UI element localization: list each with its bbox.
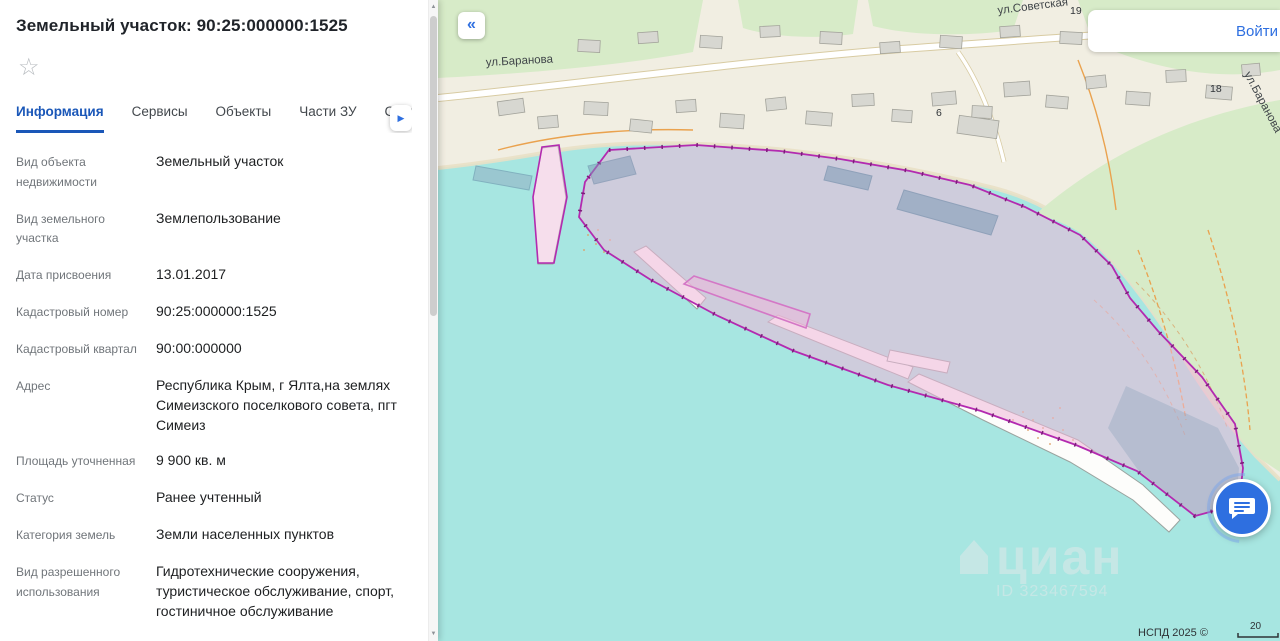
field-value: Землепользование xyxy=(156,208,412,250)
info-row: Кадастровый квартал 90:00:000000 xyxy=(16,338,412,360)
tabs-scroll-right-button[interactable]: ▶ xyxy=(390,105,412,131)
field-label: Кадастровый квартал xyxy=(16,338,156,360)
field-value: 90:25:000000:1525 xyxy=(156,301,412,323)
info-rows: Вид объекта недвижимости Земельный участ… xyxy=(16,151,412,622)
scale-value: 20 xyxy=(1250,621,1262,632)
panel-scrollbar[interactable]: ▲ ▼ xyxy=(428,0,438,641)
info-row: Вид земельного участка Землепользование xyxy=(16,208,412,250)
field-value: 13.01.2017 xyxy=(156,264,412,286)
field-value: Земли населенных пунктов xyxy=(156,524,412,546)
tab-services[interactable]: Сервисы xyxy=(132,94,188,133)
map-area[interactable]: ул.Советская 19 ул.Баранова ул.Баранова … xyxy=(438,0,1280,641)
field-label: Статус xyxy=(16,487,156,509)
house-number: 19 xyxy=(1070,5,1082,17)
field-value: Земельный участок xyxy=(156,151,412,193)
login-bar: Войти xyxy=(1088,10,1280,52)
info-row: Дата присвоения 13.01.2017 xyxy=(16,264,412,286)
field-label: Дата присвоения xyxy=(16,264,156,286)
field-value: 90:00:000000 xyxy=(156,338,412,360)
watermark-text: циан xyxy=(996,529,1123,585)
chat-bubble-icon xyxy=(1228,496,1256,520)
field-value: Республика Крым, г Ялта,на землях Симеиз… xyxy=(156,375,412,436)
chat-button[interactable] xyxy=(1213,479,1271,537)
info-row: Категория земель Земли населенных пункто… xyxy=(16,524,412,546)
field-value: Гидротехнические сооружения, туристическ… xyxy=(156,561,412,622)
info-row: Адрес Республика Крым, г Ялта,на землях … xyxy=(16,375,412,436)
tabs-bar: Информация Сервисы Объекты Части ЗУ Сост… xyxy=(16,94,412,133)
field-label: Адрес xyxy=(16,375,156,436)
info-row: Кадастровый номер 90:25:000000:1525 xyxy=(16,301,412,323)
watermark-id: ID 323467594 xyxy=(996,583,1109,600)
house-number: 18 xyxy=(1210,83,1222,95)
field-label: Категория земель xyxy=(16,524,156,546)
field-value: 9 900 кв. м xyxy=(156,450,412,472)
info-row: Статус Ранее учтенный xyxy=(16,487,412,509)
scrollbar-thumb[interactable] xyxy=(430,16,437,316)
tab-parts-zu[interactable]: Части ЗУ xyxy=(299,94,356,133)
field-label: Вид земельного участка xyxy=(16,208,156,250)
chevrons-left-icon: « xyxy=(467,16,476,34)
info-row: Вид разрешенного использования Гидротехн… xyxy=(16,561,412,622)
map-canvas[interactable]: ул.Советская 19 ул.Баранова ул.Баранова … xyxy=(438,0,1280,641)
field-label: Площадь уточненная xyxy=(16,450,156,472)
login-button[interactable]: Войти xyxy=(1226,19,1280,44)
tab-information[interactable]: Информация xyxy=(16,94,104,133)
field-label: Вид разрешенного использования xyxy=(16,561,156,622)
scroll-down-icon[interactable]: ▼ xyxy=(431,627,437,641)
panel-content: Земельный участок: 90:25:000000:1525 ☆ И… xyxy=(0,0,428,641)
scroll-up-icon[interactable]: ▲ xyxy=(431,0,437,14)
chevron-right-icon: ▶ xyxy=(398,113,405,124)
field-value: Ранее учтенный xyxy=(156,487,412,509)
page-title: Земельный участок: 90:25:000000:1525 xyxy=(16,16,412,36)
info-row: Вид объекта недвижимости Земельный участ… xyxy=(16,151,412,193)
info-panel: Земельный участок: 90:25:000000:1525 ☆ И… xyxy=(0,0,438,641)
field-label: Кадастровый номер xyxy=(16,301,156,323)
collapse-panel-button[interactable]: « xyxy=(458,12,485,39)
favorite-star-icon[interactable]: ☆ xyxy=(18,56,40,80)
tab-objects[interactable]: Объекты xyxy=(216,94,272,133)
field-label: Вид объекта недвижимости xyxy=(16,151,156,193)
attribution-text: НСПД 2025 © xyxy=(1138,627,1208,639)
house-number: 6 xyxy=(936,107,942,119)
info-row: Площадь уточненная 9 900 кв. м xyxy=(16,450,412,472)
